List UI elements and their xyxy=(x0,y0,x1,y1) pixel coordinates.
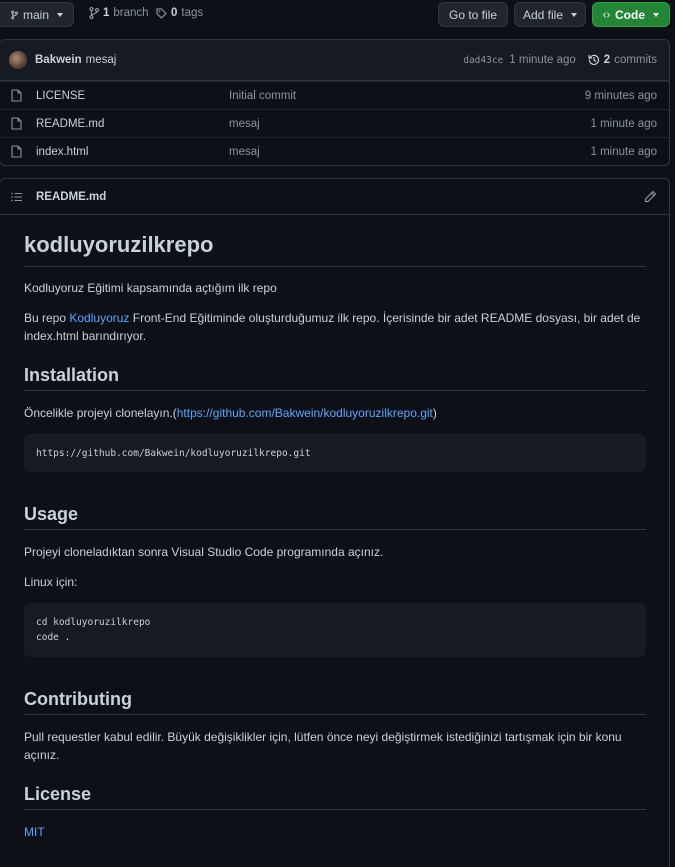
divider xyxy=(24,714,646,715)
tags-label: tags xyxy=(181,7,204,19)
add-file-button[interactable]: Add file xyxy=(514,2,586,27)
branches-link[interactable]: 1 branch xyxy=(89,7,149,19)
license-text: MIT xyxy=(24,823,646,841)
file-browser: Bakwein mesaj dad43ce 1 minute ago 2 com… xyxy=(0,39,670,166)
file-commit-message[interactable]: mesaj xyxy=(229,118,260,130)
installation-heading: Installation xyxy=(24,365,120,385)
file-commit-time: 9 minutes ago xyxy=(584,89,657,102)
branch-name: main xyxy=(22,7,49,22)
go-to-file-label: Go to file xyxy=(448,7,498,22)
readme-panel: README.md kodluyoruzilkrepo Kodluyoruz E… xyxy=(0,178,670,867)
divider xyxy=(24,529,646,530)
divider xyxy=(24,390,646,391)
clone-code-block[interactable]: https://github.com/Bakwein/kodluyoruzilk… xyxy=(24,434,646,472)
git-branch-icon xyxy=(89,7,99,19)
history-icon xyxy=(588,54,599,66)
file-row[interactable]: index.html mesaj 1 minute ago xyxy=(0,137,669,165)
code-label: Code xyxy=(615,7,645,22)
chevron-down-icon xyxy=(653,12,659,17)
tags-count: 0 xyxy=(171,7,178,19)
go-to-file-button[interactable]: Go to file xyxy=(438,2,508,27)
branch-selector-button[interactable]: main xyxy=(0,2,74,27)
file-commit-message[interactable]: mesaj xyxy=(229,146,260,158)
license-heading: License xyxy=(24,784,92,804)
installation-text: Öncelikle projeyi clonelayın.(https://gi… xyxy=(24,404,646,422)
readme-filename[interactable]: README.md xyxy=(36,191,106,203)
chevron-down-icon xyxy=(571,12,578,17)
file-row[interactable]: LICENSE Initial commit 9 minutes ago xyxy=(0,81,669,109)
avatar[interactable] xyxy=(9,51,27,69)
usage-code-block[interactable]: cd kodluyoruzilkrepo code . xyxy=(24,603,646,657)
file-name[interactable]: index.html xyxy=(36,146,88,158)
linux-label: Linux için: xyxy=(24,575,78,589)
commit-message[interactable]: mesaj xyxy=(86,54,117,66)
repo-toolbar: main 1 branch 0 tags Go to file Add file… xyxy=(0,0,675,30)
readme-title-heading: kodluyoruzilkrepo xyxy=(24,232,214,257)
tag-icon xyxy=(156,7,167,19)
tags-link[interactable]: 0 tags xyxy=(156,7,203,19)
latest-commit-bar: Bakwein mesaj dad43ce 1 minute ago 2 com… xyxy=(0,40,669,81)
repo-url-link[interactable]: https://github.com/Bakwein/kodluyoruzilk… xyxy=(177,406,433,420)
file-name[interactable]: README.md xyxy=(36,118,104,130)
kodluyoruz-link[interactable]: Kodluyoruz xyxy=(69,311,129,325)
commits-label: commits xyxy=(614,54,657,66)
add-file-label: Add file xyxy=(522,7,564,22)
branches-label: branch xyxy=(113,7,149,19)
file-commit-message[interactable]: Initial commit xyxy=(229,90,296,102)
installation-text-suffix: ) xyxy=(432,406,437,420)
branches-count: 1 xyxy=(103,7,110,19)
list-icon[interactable] xyxy=(11,192,22,202)
description-text: Bu repo Kodluyoruz Front-End Eğitiminde … xyxy=(24,309,646,345)
commit-author[interactable]: Bakwein xyxy=(35,54,82,66)
chevron-down-icon xyxy=(57,12,63,17)
code-icon xyxy=(603,12,610,17)
git-branch-icon xyxy=(11,10,18,19)
code-button[interactable]: Code xyxy=(592,2,670,27)
mit-license-link[interactable]: MIT xyxy=(24,825,45,839)
file-icon xyxy=(11,117,22,130)
file-icon xyxy=(11,89,22,102)
intro-text: Kodluyoruz Eğitimi kapsamında açtığım il… xyxy=(24,281,277,295)
pencil-icon[interactable] xyxy=(644,190,657,203)
file-commit-time: 1 minute ago xyxy=(590,117,658,130)
installation-text-prefix: Öncelikle projeyi clonelayın.( xyxy=(24,406,177,420)
divider xyxy=(24,809,646,810)
commit-meta: dad43ce 1 minute ago 2 commits xyxy=(463,54,657,66)
readme-header: README.md xyxy=(0,179,669,215)
divider xyxy=(24,266,646,267)
usage-text: Projeyi cloneladıktan sonra Visual Studi… xyxy=(24,545,384,559)
usage-heading: Usage xyxy=(24,504,79,524)
commit-time: 1 minute ago xyxy=(509,54,576,66)
commits-history-link[interactable]: 2 commits xyxy=(588,54,657,66)
file-row[interactable]: README.md mesaj 1 minute ago xyxy=(0,109,669,137)
commits-count: 2 xyxy=(603,54,611,66)
description-prefix: Bu repo xyxy=(24,311,70,325)
file-name[interactable]: LICENSE xyxy=(36,90,85,102)
contributing-heading: Contributing xyxy=(24,689,132,709)
file-icon xyxy=(11,145,22,158)
contributing-text: Pull requestler kabul edilir. Büyük deği… xyxy=(24,730,622,762)
file-commit-time: 1 minute ago xyxy=(590,145,658,158)
commit-sha[interactable]: dad43ce xyxy=(463,55,503,66)
